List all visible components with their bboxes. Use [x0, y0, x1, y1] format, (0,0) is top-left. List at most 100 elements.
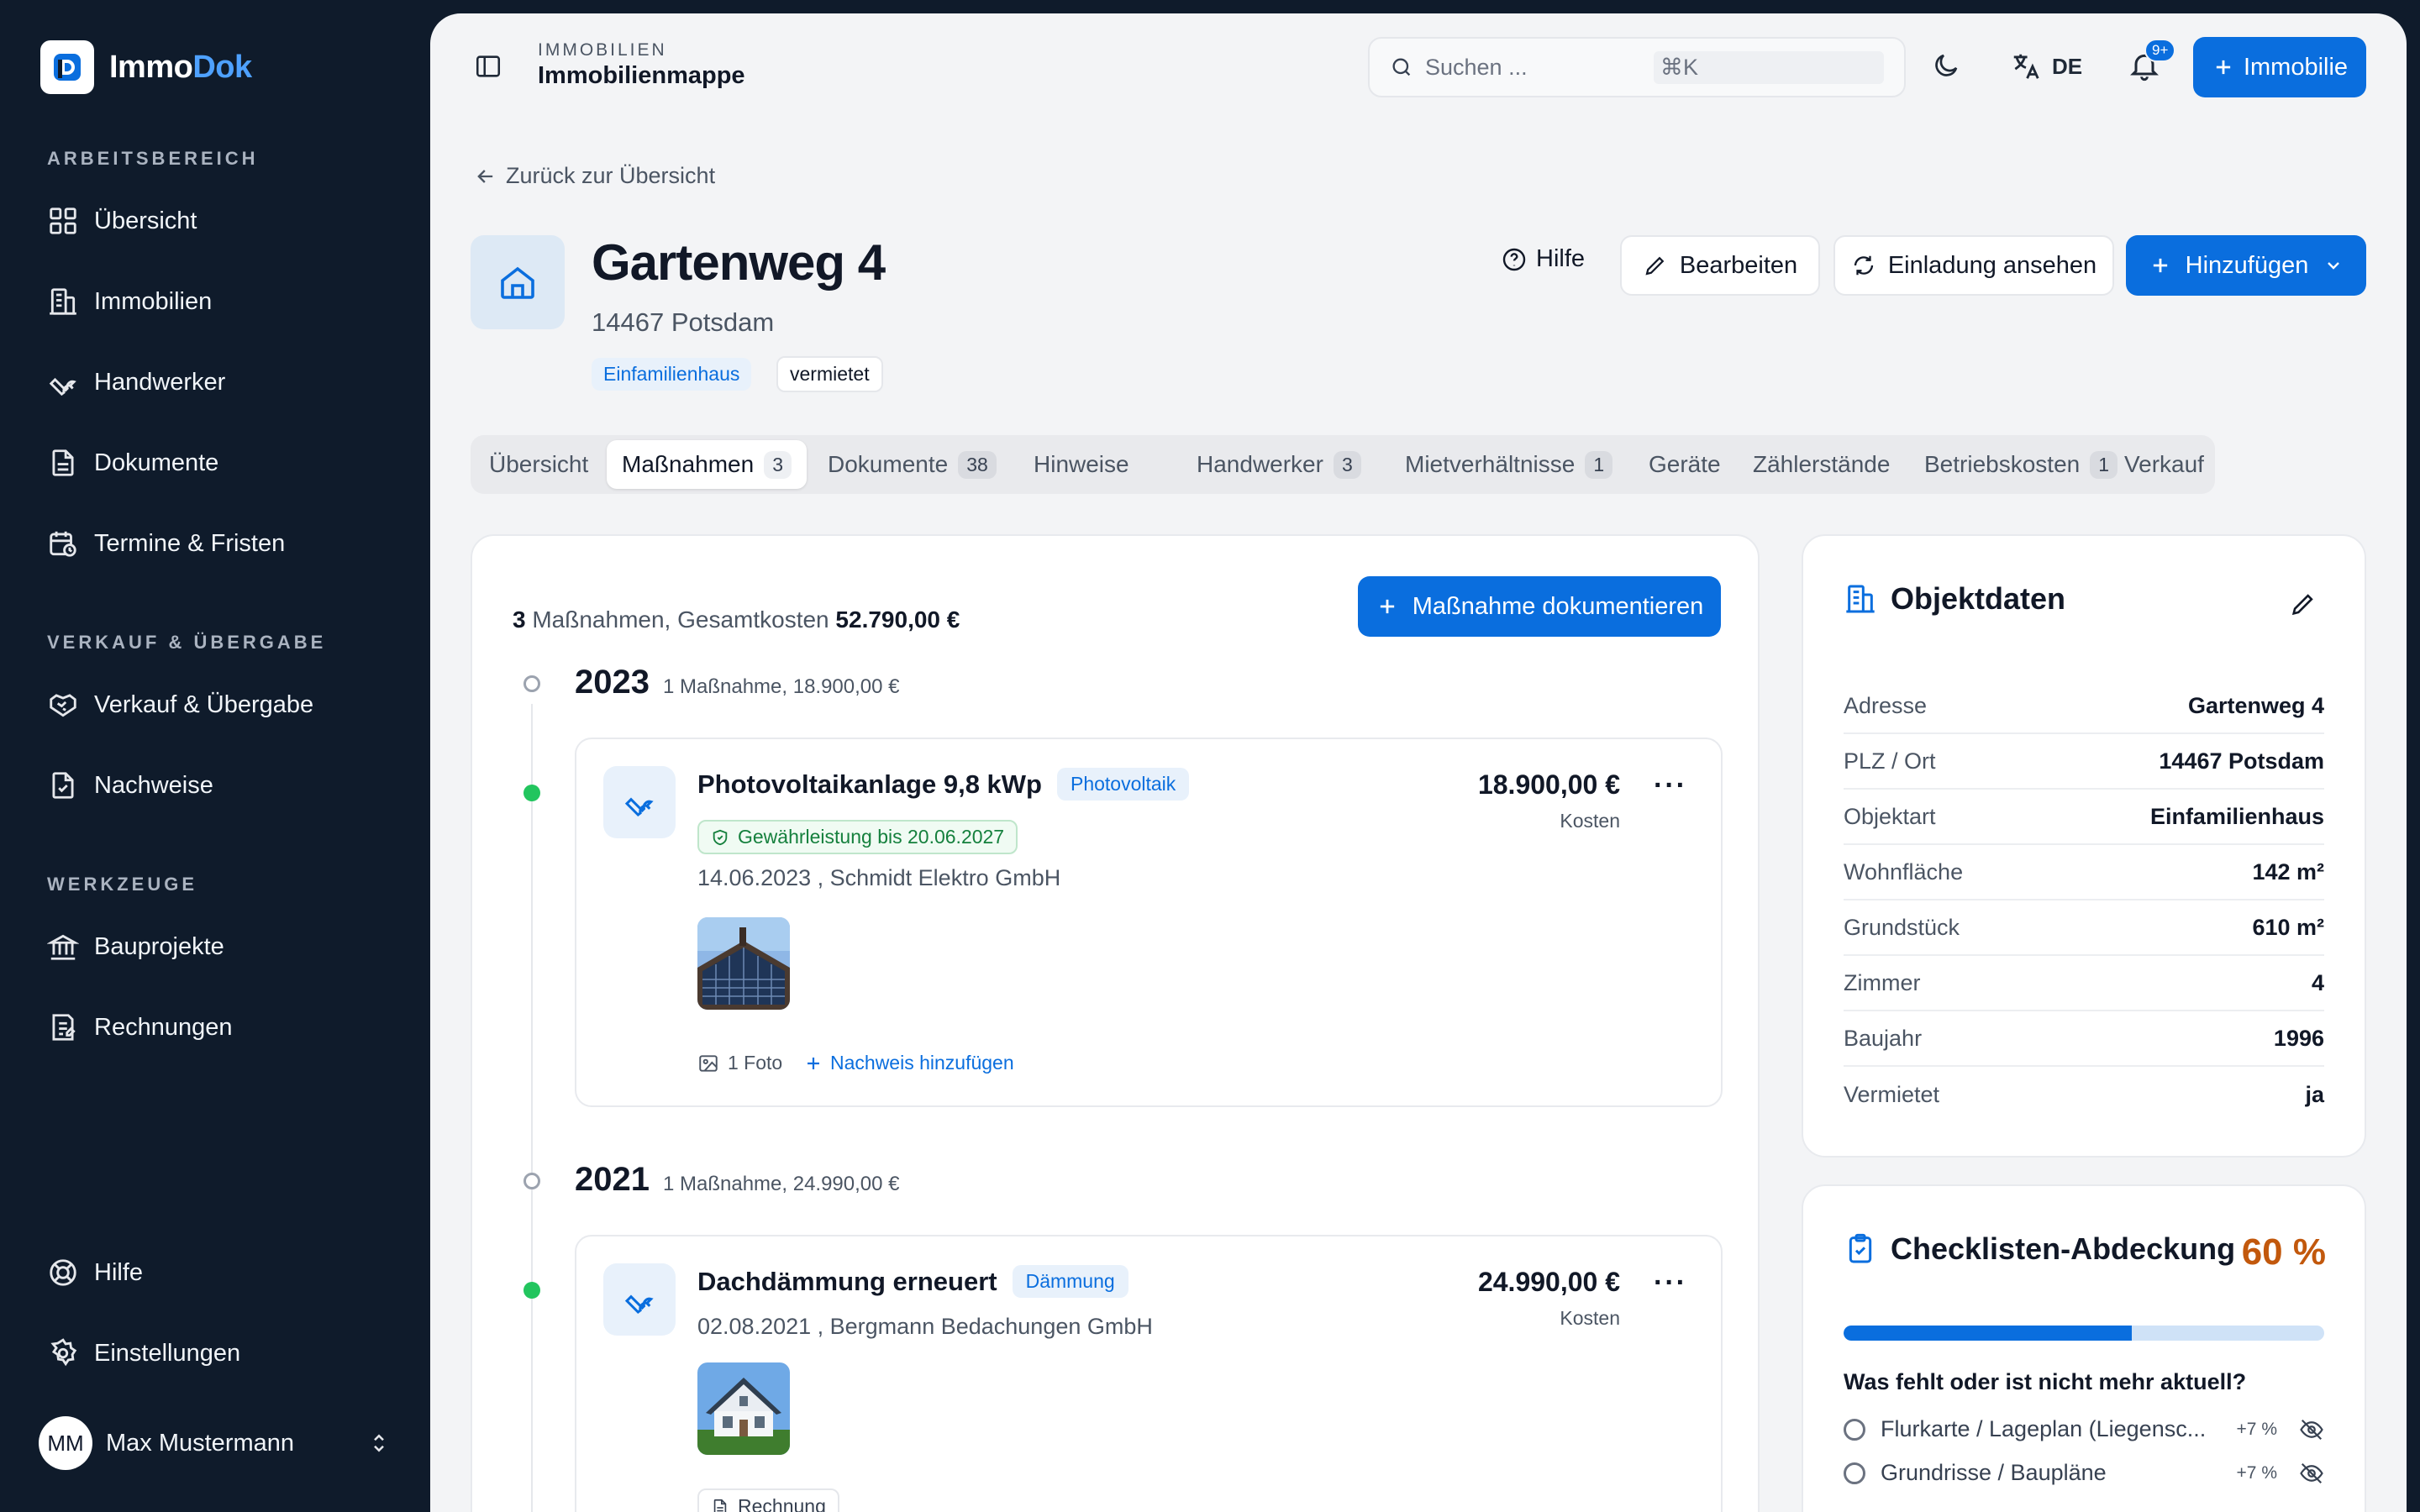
checklist-title: Checklisten-Abdeckung — [1891, 1231, 2236, 1266]
timeline-year-dot — [523, 1173, 540, 1189]
checklist-radio[interactable] — [1844, 1462, 1865, 1484]
checklist-item[interactable]: Flurkarte / Lageplan (Liegensc... +7 % — [1844, 1416, 2324, 1442]
measure-icon — [603, 766, 676, 838]
file-check-icon — [52, 772, 74, 799]
measures-summary: 3 Maßnahmen, Gesamtkosten 52.790,00 € — [513, 606, 960, 633]
measure-title: Dachdämmung erneuert — [697, 1266, 997, 1296]
tab-notes[interactable]: Hinweise — [1034, 435, 1129, 494]
pencil-icon — [2291, 594, 2313, 616]
edit-label: Bearbeiten — [1679, 251, 1798, 279]
sidebar-item-label: Nachweise — [94, 771, 213, 799]
bank-icon — [47, 934, 79, 960]
plus-icon — [2153, 258, 2167, 273]
checklist-radio[interactable] — [1844, 1418, 1865, 1441]
sidebar-item-documents[interactable]: Dokumente — [47, 447, 218, 479]
handshake-icon — [50, 694, 76, 717]
help-button[interactable]: Hilfe — [1501, 245, 1585, 273]
tab-tenancies[interactable]: Mietverhältnisse 1 — [1405, 435, 1613, 494]
measure-icon — [603, 1263, 676, 1336]
sidebar-item-settings[interactable]: Einstellungen — [47, 1337, 240, 1369]
tab-count-badge: 38 — [958, 450, 997, 479]
chevron-down-icon — [2328, 262, 2340, 270]
checklist-item-delta: +7 % — [2236, 1462, 2277, 1483]
sidebar-item-invoices[interactable]: Rechnungen — [47, 1011, 232, 1043]
sidebar-item-construction[interactable]: Bauprojekte — [47, 931, 224, 963]
object-data-header: Objektdaten — [1844, 581, 2065, 617]
eye-off-icon[interactable] — [2299, 1417, 2324, 1442]
sidebar-item-properties[interactable]: Immobilien — [47, 286, 212, 318]
measure-photo-thumbnail[interactable] — [697, 917, 790, 1010]
sidebar-item-label: Handwerker — [94, 368, 226, 396]
warranty-badge: Gewährleistung bis 20.06.2027 — [697, 820, 1018, 854]
brand-logo[interactable]: ImmoDok — [40, 40, 252, 94]
checklist-item-label: Flurkarte / Lageplan (Liegensc... — [1881, 1416, 2207, 1441]
edit-object-data-button[interactable] — [2289, 590, 2317, 618]
photo-count[interactable]: 1 Foto — [697, 1052, 782, 1074]
sidebar-toggle-button[interactable] — [474, 52, 502, 81]
more-options-button[interactable]: ··· — [1654, 1267, 1687, 1299]
tab-sale[interactable]: Verkauf — [2124, 435, 2204, 494]
measure-card-photovoltaik[interactable]: Photovoltaikanlage 9,8 kWp Photovoltaik … — [575, 738, 1723, 1107]
measure-cost-label: Kosten — [1560, 810, 1620, 832]
add-label: Hinzufügen — [2185, 251, 2309, 279]
arrow-left-icon — [477, 169, 493, 183]
invoice-attachment[interactable]: Rechnung — [697, 1488, 839, 1512]
tab-operating-costs[interactable]: Betriebskosten 1 — [1924, 435, 2118, 494]
view-invitation-label: Einladung ansehen — [1887, 251, 2097, 279]
gear-icon — [50, 1338, 77, 1367]
sidebar-item-overview[interactable]: Übersicht — [47, 205, 197, 237]
notifications-button[interactable]: 9+ — [2128, 39, 2176, 82]
add-property-button[interactable]: Immobilie — [2193, 37, 2366, 97]
sidebar-item-help[interactable]: Hilfe — [47, 1257, 143, 1289]
document-measure-label: Maßnahme dokumentieren — [1412, 592, 1704, 620]
edit-button[interactable]: Bearbeiten — [1620, 235, 1820, 296]
add-proof-link[interactable]: Nachweis hinzufügen — [803, 1052, 1014, 1074]
more-options-button[interactable]: ··· — [1654, 769, 1687, 802]
view-invitation-button[interactable]: Einladung ansehen — [1833, 235, 2114, 296]
search-input[interactable]: Suchen ... ⌘K — [1368, 37, 1906, 97]
tab-measures[interactable]: Maßnahmen 3 — [607, 440, 807, 489]
sidebar-item-appointments[interactable]: Termine & Fristen — [47, 528, 285, 559]
wrench-icon — [49, 377, 76, 396]
section-label-workspace: ARBEITSBEREICH — [47, 148, 259, 169]
tab-devices[interactable]: Geräte — [1649, 435, 1721, 494]
document-icon — [52, 449, 74, 476]
sidebar-item-craftsmen[interactable]: Handwerker — [47, 366, 225, 398]
measure-price: 24.990,00 € — [1477, 1267, 1620, 1297]
tab-overview[interactable]: Übersicht — [489, 435, 588, 494]
page-subtitle: 14467 Potsdam — [592, 307, 775, 337]
object-row-zip-city: PLZ / Ort 14467 Potsdam — [1844, 734, 2324, 790]
measure-price: 18.900,00 € — [1477, 769, 1620, 800]
building-icon — [50, 288, 76, 315]
object-row-address: Adresse Gartenweg 4 — [1844, 679, 2324, 734]
eye-off-icon[interactable] — [2299, 1461, 2324, 1486]
tab-meter-readings[interactable]: Zählerstände — [1753, 435, 1890, 494]
checklist-item[interactable]: Grundrisse / Baupläne +7 % — [1844, 1460, 2324, 1486]
tab-craftsmen[interactable]: Handwerker 3 — [1197, 435, 1361, 494]
search-placeholder: Suchen ... — [1425, 54, 1528, 80]
tab-documents[interactable]: Dokumente 38 — [828, 435, 997, 494]
search-icon — [1392, 58, 1411, 76]
add-dropdown-button[interactable]: Hinzufügen — [2126, 235, 2366, 296]
building-icon — [1846, 585, 1875, 613]
timeline-item-dot — [523, 785, 540, 801]
sidebar-item-sale[interactable]: Verkauf & Übergabe — [47, 689, 313, 721]
moon-icon — [1935, 54, 1958, 76]
checklist-item-delta: +7 % — [2236, 1419, 2277, 1439]
solar-roof-image — [697, 917, 790, 1010]
coverage-progress-fill — [1844, 1326, 2133, 1341]
year-header-2021: 2021 1 Maßnahme, 24.990,00 € — [575, 1161, 900, 1198]
measure-card-insulation[interactable]: Dachdämmung erneuert Dämmung 02.08.2021 … — [575, 1235, 1723, 1512]
object-data-title: Objektdaten — [1891, 581, 2066, 616]
theme-toggle-button[interactable] — [1931, 50, 1961, 81]
timeline-line — [531, 704, 533, 1512]
sidebar-item-proofs[interactable]: Nachweise — [47, 769, 213, 801]
breadcrumb-section: IMMOBILIEN — [538, 40, 667, 60]
back-link[interactable]: Zurück zur Übersicht — [474, 163, 715, 189]
coverage-percent: 60 % — [2241, 1231, 2326, 1273]
user-menu[interactable]: MM Max Mustermann — [39, 1416, 392, 1470]
document-measure-button[interactable]: Maßnahme dokumentieren — [1358, 576, 1721, 637]
language-switcher[interactable]: DE — [2010, 50, 2082, 82]
measure-photo-thumbnail[interactable] — [697, 1362, 790, 1455]
object-row-rented: Vermietet ja — [1844, 1081, 2324, 1107]
